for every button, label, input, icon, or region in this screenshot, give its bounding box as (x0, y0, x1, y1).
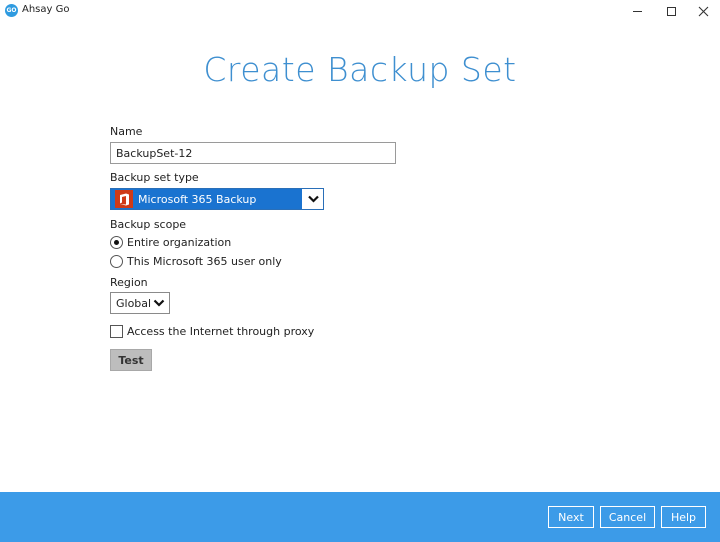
help-button[interactable]: Help (661, 506, 706, 528)
scope-option-entire-organization[interactable]: Entire organization (110, 236, 231, 249)
chevron-down-icon (153, 299, 165, 307)
ahsay-go-logo-icon: GO (5, 4, 18, 17)
radio-button[interactable] (110, 255, 123, 268)
backup-scope-label: Backup scope (110, 218, 187, 231)
name-input[interactable] (110, 142, 396, 164)
chevron-down-icon (308, 195, 319, 203)
scope-option-label: This Microsoft 365 user only (127, 255, 282, 268)
backup-set-type-dropdown-button[interactable] (304, 189, 323, 209)
scope-option-single-user[interactable]: This Microsoft 365 user only (110, 255, 282, 268)
title-bar: GO Ahsay Go (0, 0, 720, 22)
region-value: Global (116, 296, 152, 310)
close-button[interactable] (686, 0, 720, 22)
backup-set-type-selected-option: Microsoft 365 Backup (111, 189, 302, 209)
proxy-option[interactable]: Access the Internet through proxy (110, 325, 314, 338)
app-title: Ahsay Go (22, 4, 70, 15)
proxy-label: Access the Internet through proxy (127, 325, 315, 338)
close-icon (698, 6, 708, 16)
page-title: Create Backup Set (203, 50, 517, 89)
radio-selected-dot (114, 240, 119, 245)
office-365-icon (115, 190, 133, 208)
scope-option-label: Entire organization (127, 236, 232, 249)
name-label: Name (110, 125, 143, 138)
footer-bar: Next Cancel Help (0, 492, 720, 542)
minimize-button[interactable] (620, 0, 654, 22)
maximize-icon (666, 6, 676, 16)
region-select[interactable]: Global (110, 292, 170, 314)
cancel-button[interactable]: Cancel (600, 506, 655, 528)
backup-set-type-select[interactable]: Microsoft 365 Backup (110, 188, 324, 210)
backup-set-type-value: Microsoft 365 Backup (138, 192, 257, 206)
next-button[interactable]: Next (548, 506, 594, 528)
minimize-icon (632, 10, 642, 12)
radio-button[interactable] (110, 236, 123, 249)
proxy-checkbox[interactable] (110, 325, 123, 338)
maximize-button[interactable] (654, 0, 688, 22)
test-button[interactable]: Test (110, 349, 152, 371)
region-label: Region (110, 276, 148, 289)
backup-set-type-label: Backup set type (110, 171, 199, 184)
